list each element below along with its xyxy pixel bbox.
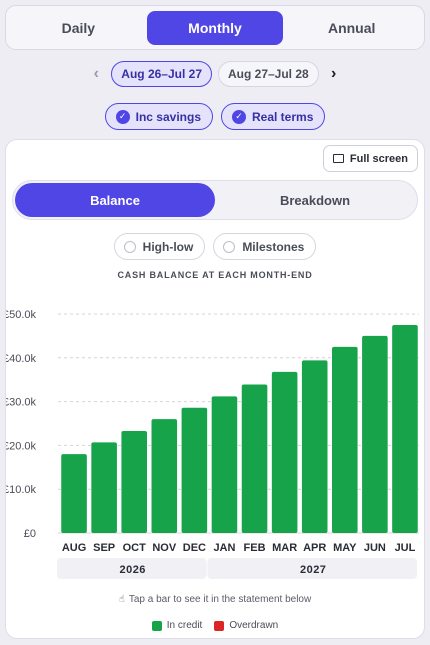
x-tick-label: NOV xyxy=(152,542,177,554)
chevron-left-icon[interactable]: ‹ xyxy=(87,65,105,83)
x-tick-label: SEP xyxy=(93,542,115,554)
bar[interactable] xyxy=(61,454,87,533)
legend-in-credit: In credit xyxy=(151,620,203,631)
inc-savings-toggle[interactable]: ✓ Inc savings xyxy=(104,103,213,130)
bar[interactable] xyxy=(332,346,358,533)
tab-monthly[interactable]: Monthly xyxy=(146,10,284,45)
x-tick-label: MAR xyxy=(272,542,297,554)
bar[interactable] xyxy=(271,371,298,533)
real-terms-toggle[interactable]: ✓ Real terms xyxy=(221,103,326,130)
range-option-next[interactable]: Aug 27–Jul 28 xyxy=(218,61,319,87)
legend-swatch xyxy=(151,620,162,631)
year-label: 2027 xyxy=(300,564,326,576)
tab-balance[interactable]: Balance xyxy=(15,183,215,217)
toggle-chips: ✓ Inc savings ✓ Real terms xyxy=(0,103,430,130)
tap-hand-icon: ☝ xyxy=(118,594,125,605)
x-tick-label: MAY xyxy=(333,542,357,554)
bar[interactable] xyxy=(392,324,418,533)
real-terms-label: Real terms xyxy=(252,109,314,124)
x-tick-label: APR xyxy=(303,542,326,554)
bar[interactable] xyxy=(151,419,178,533)
tab-breakdown[interactable]: Breakdown xyxy=(215,183,415,217)
y-tick-label: £10.0k xyxy=(6,484,36,496)
screen-icon xyxy=(332,154,344,163)
tab-daily[interactable]: Daily xyxy=(10,11,147,45)
high-low-toggle[interactable]: High-low xyxy=(113,233,206,260)
legend-label: In credit xyxy=(166,620,203,631)
x-tick-label: JUN xyxy=(364,542,386,554)
chart-title: CASH BALANCE AT EACH MONTH-END xyxy=(117,270,313,280)
tap-hint: ☝ Tap a bar to see it in the statement be… xyxy=(6,594,424,605)
y-tick-label: £40.0k xyxy=(6,353,36,365)
hint-text: Tap a bar to see it in the statement bel… xyxy=(128,594,312,605)
range-option-current[interactable]: Aug 26–Jul 27 xyxy=(111,61,212,87)
chart-card: Full screen Balance Breakdown High-low M… xyxy=(5,139,425,639)
legend-label: Overdrawn xyxy=(229,620,279,631)
year-label: 2026 xyxy=(119,564,145,576)
legend-overdrawn: Overdrawn xyxy=(214,620,278,631)
tab-annual[interactable]: Annual xyxy=(283,11,420,45)
x-tick-label: OCT xyxy=(123,542,147,554)
chart-options: High-low Milestones xyxy=(6,233,424,260)
bar[interactable] xyxy=(211,396,238,533)
bar[interactable] xyxy=(362,335,388,533)
radio-icon xyxy=(223,240,236,253)
view-tabs: Balance Breakdown xyxy=(12,180,418,220)
bar[interactable] xyxy=(121,430,147,533)
y-tick-label: £50.0k xyxy=(6,309,36,321)
y-tick-label: £0 xyxy=(24,528,36,540)
legend-swatch xyxy=(214,620,225,631)
milestones-toggle[interactable]: Milestones xyxy=(213,233,317,260)
check-icon: ✓ xyxy=(232,109,246,124)
inc-savings-label: Inc savings xyxy=(135,109,201,124)
x-tick-label: DEC xyxy=(183,542,206,554)
y-tick-label: £20.0k xyxy=(6,440,36,452)
full-screen-button[interactable]: Full screen xyxy=(322,145,418,172)
bar[interactable] xyxy=(301,360,328,533)
check-icon: ✓ xyxy=(115,109,130,124)
period-selector: Daily Monthly Annual xyxy=(5,5,425,50)
milestones-label: Milestones xyxy=(242,239,305,254)
x-tick-label: AUG xyxy=(62,542,86,554)
x-tick-label: FEB xyxy=(244,542,266,554)
bar[interactable] xyxy=(181,407,208,533)
full-screen-label: Full screen xyxy=(349,152,408,165)
range-selector: ‹ Aug 26–Jul 27 Aug 27–Jul 28 › xyxy=(0,61,430,87)
x-tick-label: JAN xyxy=(213,542,235,554)
radio-icon xyxy=(123,240,136,253)
balance-chart: £0 £10.0k £20.0k £30.0k £40.0k £50.0k AUG SEP OC… xyxy=(6,309,419,579)
bar[interactable] xyxy=(91,442,117,533)
chart-legend: In credit Overdrawn xyxy=(6,620,424,631)
high-low-label: High-low xyxy=(142,239,194,254)
x-tick-label: JUL xyxy=(395,542,416,554)
bar[interactable] xyxy=(241,384,268,533)
chevron-right-icon[interactable]: › xyxy=(325,65,343,83)
y-tick-label: £30.0k xyxy=(6,397,36,409)
